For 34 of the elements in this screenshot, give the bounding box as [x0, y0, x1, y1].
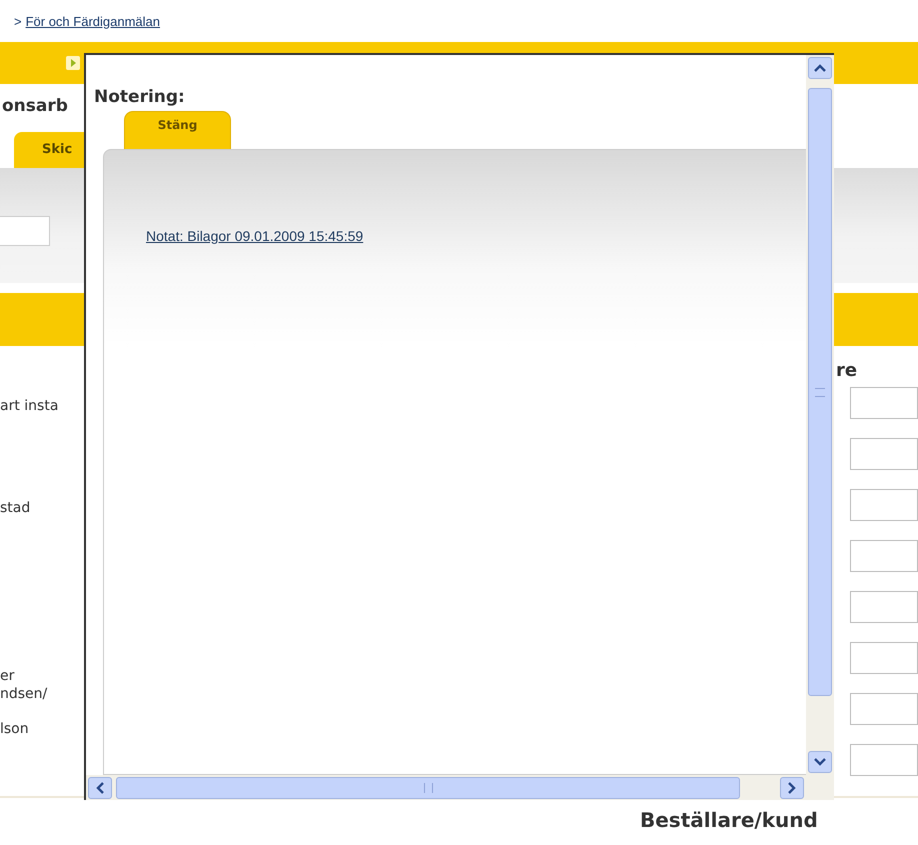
input-field[interactable] [850, 387, 918, 419]
scrollbar-thumb[interactable] [808, 88, 832, 696]
scroll-up-button[interactable] [808, 57, 832, 79]
section-heading: re [836, 360, 858, 381]
field-label: stad [0, 499, 32, 517]
chevron-up-icon [814, 64, 826, 72]
vertical-scrollbar[interactable] [806, 55, 834, 775]
breadcrumb-link[interactable]: För och Färdiganmälan [26, 14, 160, 28]
chevron-right-icon [788, 782, 796, 794]
input-field[interactable] [850, 642, 918, 674]
scroll-down-button[interactable] [808, 751, 832, 773]
scrollbar-thumb[interactable] [116, 776, 740, 798]
input-field[interactable] [0, 216, 50, 246]
input-field[interactable] [850, 489, 918, 521]
close-tab[interactable]: Stäng [124, 111, 231, 149]
page-heading: onsarb [1, 95, 68, 118]
field-label: er [0, 667, 16, 685]
input-field[interactable] [850, 744, 918, 776]
dialog-title: Notering: [94, 87, 186, 107]
input-field[interactable] [850, 591, 918, 623]
input-field[interactable] [850, 540, 918, 572]
scroll-left-button[interactable] [88, 776, 112, 798]
scroll-right-button[interactable] [780, 776, 804, 798]
field-label: lson [0, 720, 30, 738]
input-field[interactable] [850, 438, 918, 470]
chevron-down-icon [814, 758, 826, 766]
chevron-left-icon [96, 782, 104, 794]
note-link[interactable]: Notat: Bilagor 09.01.2009 15:45:59 [146, 228, 364, 244]
horizontal-scrollbar[interactable] [86, 775, 834, 800]
field-label: ndsen/ [0, 685, 48, 703]
breadcrumb-separator: > [14, 14, 22, 28]
input-field[interactable] [850, 693, 918, 725]
field-label: art insta [0, 397, 60, 415]
section-heading: Beställare/kund [640, 808, 818, 832]
